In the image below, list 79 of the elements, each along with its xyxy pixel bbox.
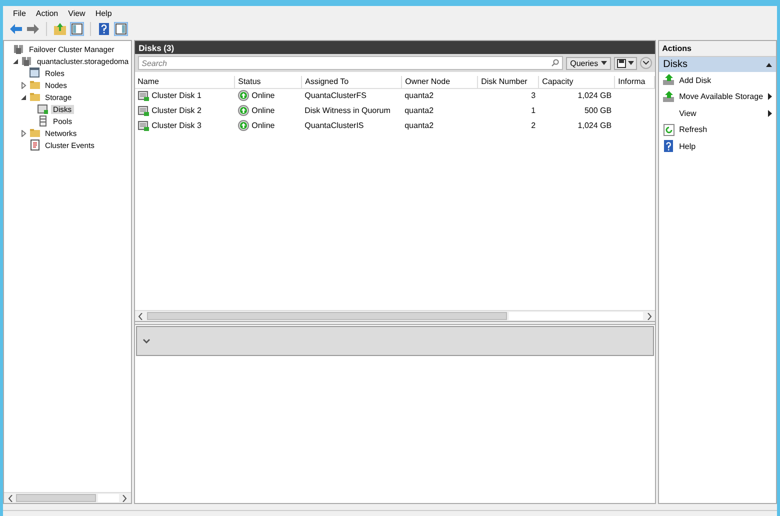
back-icon[interactable] bbox=[9, 22, 23, 36]
save-icon bbox=[617, 58, 626, 68]
scroll-left-icon[interactable] bbox=[6, 494, 14, 502]
table-cell-text: quanta2 bbox=[404, 105, 435, 117]
menu-item[interactable]: Action bbox=[32, 8, 62, 18]
table-cell: 1,024 GB bbox=[538, 88, 615, 103]
move-storage-icon bbox=[663, 90, 676, 103]
online-status-icon bbox=[238, 90, 249, 102]
scrollbar-thumb[interactable] bbox=[146, 312, 507, 320]
action-pane-icon[interactable] bbox=[114, 22, 128, 36]
column-header[interactable]: Name bbox=[134, 76, 235, 88]
task-link[interactable]: View bbox=[659, 105, 776, 122]
caret-icon bbox=[628, 61, 634, 65]
collapse-icon[interactable] bbox=[640, 57, 652, 69]
collapse-arrow-icon[interactable] bbox=[766, 62, 772, 66]
actions-group-header[interactable]: Disks bbox=[659, 57, 776, 72]
menu-item[interactable]: View bbox=[64, 8, 90, 18]
column-header[interactable]: Informa bbox=[614, 76, 655, 88]
column-header[interactable]: Disk Number bbox=[478, 76, 539, 88]
tree-node-icon bbox=[29, 67, 41, 79]
add-disk-icon bbox=[663, 74, 676, 86]
disk-name[interactable]: Cluster Disk 3 bbox=[152, 121, 202, 130]
table-cell-text: 500 GB bbox=[583, 105, 613, 117]
online-status-icon bbox=[238, 105, 249, 116]
help-icon bbox=[663, 140, 676, 152]
help-icon[interactable] bbox=[97, 22, 111, 36]
table-cell-text: 1 bbox=[530, 105, 537, 117]
scrollbar-thumb[interactable] bbox=[16, 494, 96, 502]
expanded-arrow-icon[interactable] bbox=[20, 94, 27, 100]
table-cell: quanta2 bbox=[402, 88, 478, 103]
table-cell-text: 1,024 GB bbox=[576, 120, 613, 132]
task-link[interactable]: Add Disk bbox=[659, 72, 776, 88]
table-cell-text: Disk Witness in Quorum bbox=[304, 105, 392, 117]
table-cell: QuantaClusterFS bbox=[302, 88, 402, 103]
tree-node-icon bbox=[37, 103, 49, 115]
tree-node-icon bbox=[13, 43, 25, 55]
tree-node-icon bbox=[29, 139, 41, 151]
actions-title: Actions bbox=[659, 41, 776, 57]
table-cell-text: quanta2 bbox=[404, 120, 435, 132]
tree-node-icon bbox=[29, 127, 41, 139]
status-text: Online bbox=[252, 91, 275, 100]
task-link[interactable]: Move Available Storage bbox=[659, 88, 776, 105]
status-text: Online bbox=[252, 121, 275, 130]
table-cell: 3 bbox=[478, 88, 539, 103]
tree-node-icon bbox=[21, 55, 33, 67]
task-link[interactable]: Help bbox=[659, 138, 776, 154]
column-header[interactable]: Capacity bbox=[538, 76, 615, 88]
refresh-icon bbox=[663, 124, 676, 136]
tree-node-icon bbox=[29, 79, 41, 91]
scroll-left-icon[interactable] bbox=[136, 312, 145, 320]
search-field[interactable]: Search bbox=[138, 56, 564, 70]
task-link[interactable]: Refresh bbox=[659, 122, 776, 138]
queries-button[interactable]: Queries bbox=[566, 56, 612, 70]
scroll-right-icon[interactable] bbox=[120, 494, 129, 502]
collapsed-arrow-icon[interactable] bbox=[20, 130, 27, 136]
column-header[interactable]: Owner Node bbox=[402, 76, 478, 88]
group-label: Disks bbox=[663, 59, 688, 70]
scroll-right-icon[interactable] bbox=[645, 312, 654, 320]
column-header[interactable]: Assigned To bbox=[302, 76, 402, 88]
caret-icon bbox=[601, 61, 608, 65]
collapsed-arrow-icon[interactable] bbox=[20, 82, 27, 88]
forward-icon[interactable] bbox=[26, 22, 40, 36]
search-icon bbox=[551, 59, 560, 67]
column-header[interactable]: Status bbox=[234, 76, 302, 88]
disk-name[interactable]: Cluster Disk 1 bbox=[152, 91, 202, 100]
menu-item[interactable]: File bbox=[9, 8, 30, 18]
save-query-button[interactable] bbox=[614, 56, 638, 70]
table-cell-text: QuantaClusterIS bbox=[304, 120, 365, 132]
chevron-icon[interactable] bbox=[142, 338, 150, 344]
table-cell-text: 2 bbox=[530, 120, 537, 132]
tree-node-icon bbox=[37, 115, 49, 127]
pane-title: Disks (3) bbox=[134, 41, 656, 54]
online-status-icon bbox=[238, 120, 249, 131]
menu-item[interactable]: Help bbox=[91, 8, 116, 18]
tree-node-icon bbox=[29, 91, 41, 103]
disk-name[interactable]: Cluster Disk 2 bbox=[152, 106, 202, 115]
status-text: Online bbox=[252, 106, 275, 115]
console-tree-icon[interactable] bbox=[70, 22, 84, 36]
expanded-arrow-icon[interactable] bbox=[12, 58, 19, 64]
